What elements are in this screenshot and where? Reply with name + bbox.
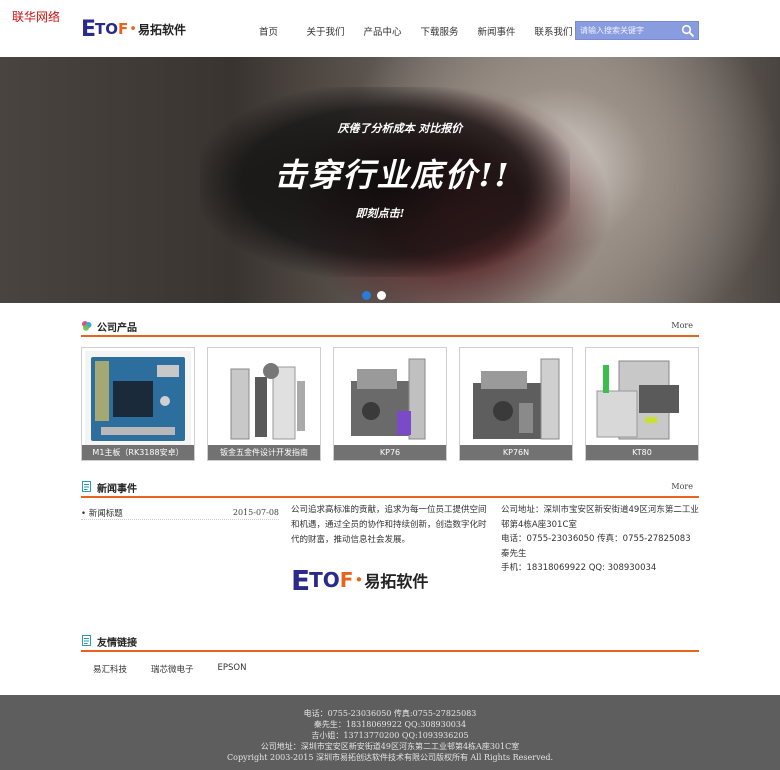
watermark-text: 联华网络 (12, 10, 61, 24)
product-card[interactable]: 钣金五金件设计开发指南 (207, 347, 321, 461)
product-card[interactable]: KT80 (585, 347, 699, 461)
news-list-item[interactable]: • 新闻标题 2015-07-08 (81, 506, 279, 520)
search-icon[interactable] (681, 24, 695, 38)
friend-link[interactable]: 瑞芯微电子 (151, 663, 194, 675)
product-caption: KP76N (460, 445, 572, 460)
slider-dot-2[interactable] (377, 291, 386, 300)
site-footer: 电话：0755-23036050 传真:0755-27825083 秦先生：18… (0, 695, 780, 770)
main-nav: 首页 关于我们 产品中心 下载服务 新闻事件 联系我们 (240, 24, 582, 38)
link-icon (82, 635, 91, 646)
products-section-title: 公司产品 (97, 323, 137, 334)
footer-copyright: Copyright 2003-2015 深圳市易拓创达软件技术有限公司版权所有 … (227, 753, 553, 762)
news-section-title: 新闻事件 (97, 484, 137, 495)
contact-address: 公司地址：深圳市宝安区新安街道49区河东第二工业邨第4栋A座301C室 (501, 505, 699, 530)
search-input[interactable] (576, 22, 680, 39)
contact-mobile: 手机：18318069922 QQ: 308930034 (501, 563, 657, 573)
product-icon (82, 321, 92, 331)
contact-info: 公司地址：深圳市宝安区新安街道49区河东第二工业邨第4栋A座301C室 电话：0… (501, 503, 699, 576)
news-section-header: 新闻事件 More (81, 478, 699, 498)
nav-item-downloads[interactable]: 下载服务 (411, 24, 468, 38)
nav-item-about[interactable]: 关于我们 (297, 24, 354, 38)
search-box (575, 21, 699, 40)
links-section-header: 友情链接 (81, 632, 699, 652)
products-section-header: 公司产品 More (81, 317, 699, 337)
nav-item-contact[interactable]: 联系我们 (525, 24, 582, 38)
products-more-link[interactable]: More (671, 321, 693, 330)
nav-item-home[interactable]: 首页 (240, 24, 297, 38)
product-image (211, 351, 317, 446)
footer-line-contact2: 吉小姐：13713770200 QQ:1093936205 (311, 731, 469, 740)
slider-dot-1[interactable] (362, 291, 371, 300)
news-title[interactable]: • 新闻标题 (81, 507, 123, 519)
banner-headline: 击穿行业底价!! (274, 156, 511, 194)
nav-item-news[interactable]: 新闻事件 (468, 24, 525, 38)
slider-dots (362, 291, 386, 300)
site-logo[interactable]: E TO F • 易拓软件 (81, 17, 186, 42)
company-logo-large: E TO F • 易拓软件 (291, 563, 429, 597)
footer-line-address: 公司地址：深圳市宝安区新安街道49区河东第二工业邨第4栋A座301C室 (260, 742, 520, 751)
contact-person: 秦先生 (501, 548, 527, 559)
product-image (589, 351, 695, 446)
banner-subtitle: 厌倦了分析成本 对比报价 (337, 122, 463, 135)
product-image (337, 351, 443, 446)
friend-link[interactable]: EPSON (218, 663, 247, 675)
product-image (85, 351, 191, 446)
product-image (463, 351, 569, 446)
footer-line-contact1: 秦先生：18318069922 QQ:308930034 (313, 720, 467, 729)
friend-link[interactable]: 易汇科技 (93, 663, 127, 675)
product-card[interactable]: M1主板（RK3188安卓） (81, 347, 195, 461)
company-intro: 公司追求高标准的贡献，追求为每一位员工提供空间和机遇，通过全员的协作和持续创新，… (291, 505, 487, 545)
footer-line-phone: 电话：0755-23036050 传真:0755-27825083 (303, 709, 477, 718)
nav-item-products[interactable]: 产品中心 (354, 24, 411, 38)
contact-phone: 电话：0755-23036050 传真：0755-27825083 (501, 534, 691, 544)
product-caption: KP76 (334, 445, 446, 460)
product-caption: 钣金五金件设计开发指南 (208, 445, 320, 460)
friend-links: 易汇科技 瑞芯微电子 EPSON (93, 663, 270, 675)
product-card[interactable]: KP76N (459, 347, 573, 461)
product-caption: M1主板（RK3188安卓） (82, 445, 194, 460)
links-section-title: 友情链接 (97, 638, 137, 649)
product-caption: KT80 (586, 445, 698, 460)
news-more-link[interactable]: More (671, 482, 693, 491)
news-date: 2015-07-08 (232, 508, 279, 517)
product-card[interactable]: KP76 (333, 347, 447, 461)
banner-cta[interactable]: 即刻点击! (350, 205, 410, 221)
news-icon (82, 481, 91, 492)
